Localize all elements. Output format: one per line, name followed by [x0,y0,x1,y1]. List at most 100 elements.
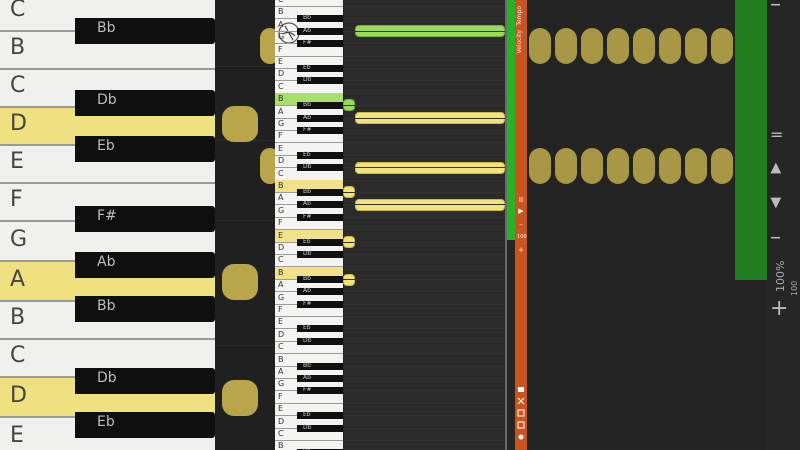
bg-note-blur [685,148,707,184]
black-key-label: Eb [303,151,311,158]
black-key-label: Ab [303,27,311,34]
white-key-label: B [278,7,284,16]
note-bar-yellow[interactable] [355,162,505,174]
black-key[interactable]: Eb [297,324,343,332]
bg-note-blur [607,28,629,64]
black-key[interactable]: Eb [297,411,343,419]
grid-row-line [343,68,505,69]
black-key[interactable]: Bb [297,14,343,22]
white-key-label: B [278,441,284,450]
black-key[interactable]: Db [297,250,343,258]
black-key[interactable]: Bb [297,188,343,196]
pause-button[interactable]: II [517,196,525,204]
black-key[interactable]: Db [297,424,343,432]
play-button[interactable]: ▶ [517,207,525,215]
bg-note-blur [222,380,258,416]
black-key[interactable]: Eb [297,151,343,159]
white-key-label: C [278,82,284,91]
playhead[interactable] [507,0,515,240]
black-key[interactable]: F# [297,386,343,394]
black-key[interactable]: Db [297,163,343,171]
black-key[interactable]: F# [297,39,343,47]
sidebar-tools-icon[interactable] [517,386,525,442]
black-key[interactable]: Db [297,76,343,84]
grid-row-line [343,118,505,119]
grid-row-line [343,279,505,280]
black-key-label: Ab [303,200,311,207]
background-keys: C B C D E F G A B C D E Bb Db Eb F# Ab B… [0,0,215,450]
black-key-label: Bb [303,275,311,282]
bg-note-blur [633,28,655,64]
white-key-label: F [278,218,283,227]
bg-note-blur [529,148,551,184]
black-key-label: Bb [303,362,311,369]
white-key-label: E [278,317,284,326]
note-bar-yellow[interactable] [355,199,505,211]
grid-row-line [343,18,505,19]
white-key-label: D [278,69,285,78]
black-key[interactable]: Eb [297,64,343,72]
grid-row-line [343,378,505,379]
white-key-label: G [278,119,285,128]
piano-roll-grid[interactable] [343,0,505,450]
bg-black-key: F# [75,206,215,232]
black-key[interactable]: F# [297,213,343,221]
sidebar-label-top[interactable]: Tempo [516,6,523,26]
grid-row-line [343,341,505,342]
tempo-minus-button[interactable]: – [517,220,525,228]
bg-black-key: Eb [75,136,215,162]
note-active-yellow[interactable] [343,274,355,286]
white-key-label: B [278,94,284,103]
white-key-label: B [278,181,284,190]
black-key[interactable]: F# [297,300,343,308]
grid-row-line [343,130,505,131]
black-key[interactable]: Ab [297,27,343,35]
grid-row-line [343,242,505,243]
black-key[interactable]: Ab [297,287,343,295]
white-key-label: E [278,57,284,66]
black-key[interactable]: Bb [297,275,343,283]
white-key-label: F [278,392,283,401]
black-key-label: F# [303,386,312,393]
white-key-label: C [278,0,284,5]
grid-row-line [343,142,505,143]
black-key[interactable]: Bb [297,101,343,109]
white-key-label: A [278,280,284,289]
black-key-label: Eb [303,411,311,418]
black-key-label: Bb [303,101,311,108]
black-key[interactable]: Ab [297,374,343,382]
bg-tempo-percent: 100% [774,260,787,292]
white-key-label: E [278,231,284,240]
black-key[interactable]: Db [297,337,343,345]
grid-row-line [343,105,505,106]
piano-keyboard[interactable]: CBAGFEDCBAGFEDCBAGFEDCBAGFEDCBAGFEDCBABb… [275,0,343,450]
black-key[interactable]: Bb [297,362,343,370]
grid-row-line [343,440,505,441]
piano-roll-app: CBAGFEDCBAGFEDCBAGFEDCBAGFEDCBAGFEDCBABb… [275,0,527,450]
grid-row-line [343,390,505,391]
bg-note-blur [607,148,629,184]
black-key[interactable]: Ab [297,200,343,208]
bg-black-key: Db [75,90,215,116]
background-left-keyboard: C B C D E F G A B C D E Bb Db Eb F# Ab B… [0,0,275,450]
white-key-label: C [278,169,284,178]
black-key-label: Db [303,163,312,170]
grid-row-line [343,403,505,404]
tempo-plus-button[interactable]: + [517,246,525,254]
bg-note-blur [222,264,258,300]
grid-row-line [343,31,505,32]
sidebar-label-second[interactable]: Velocity [516,30,523,54]
black-key[interactable]: Ab [297,114,343,122]
bg-grid-line [215,345,275,346]
bg-note-blur [555,148,577,184]
black-key-label: Db [303,250,312,257]
white-key-label: F [278,305,283,314]
grid-row-line [343,204,505,205]
white-key-label: D [278,156,285,165]
bg-black-key: Ab [75,252,215,278]
black-key[interactable]: Eb [297,238,343,246]
white-key-label: G [278,32,285,41]
bg-plus: + [770,296,789,321]
black-key-label: Ab [303,287,311,294]
black-key[interactable]: F# [297,126,343,134]
